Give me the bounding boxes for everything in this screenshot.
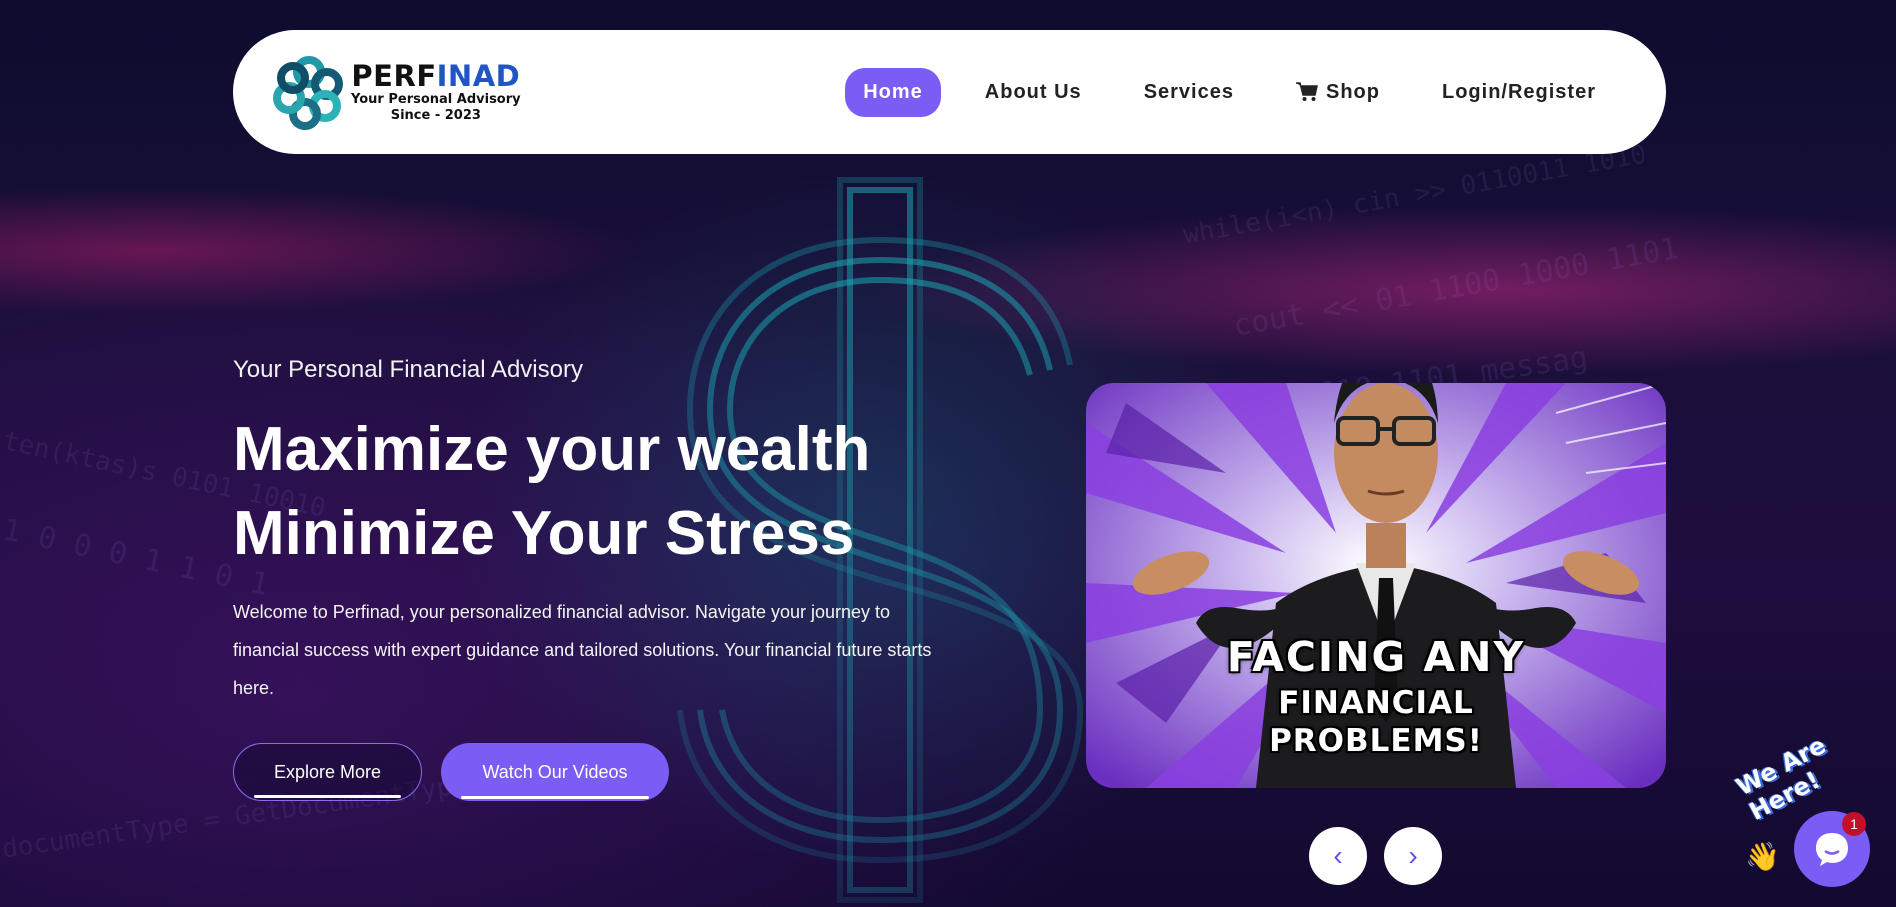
chevron-left-icon: ‹ bbox=[1333, 840, 1343, 871]
nav-item-login-register[interactable]: Login/Register bbox=[1424, 68, 1614, 117]
nav-item-label: Services bbox=[1143, 80, 1234, 103]
hero-headline: Maximize your wealth Minimize Your Stres… bbox=[233, 408, 870, 576]
brand-name: PERFINAD bbox=[351, 62, 520, 91]
watch-videos-button[interactable]: Watch Our Videos bbox=[441, 743, 669, 801]
nav-item-label: About Us bbox=[984, 80, 1082, 103]
background-code-decor: cout << 01 1100 1000 1101 bbox=[1230, 231, 1682, 344]
slider-next-button[interactable]: › bbox=[1384, 827, 1442, 885]
chat-icon bbox=[1816, 833, 1848, 866]
logo-knot-icon bbox=[273, 56, 343, 130]
brand-tagline: Your Personal Advisory bbox=[351, 92, 521, 107]
chevron-right-icon: › bbox=[1408, 840, 1418, 871]
hero-headline-line1: Maximize your wealth bbox=[233, 415, 871, 484]
nav-item-label: Shop bbox=[1325, 80, 1380, 103]
waving-hand-icon: 👋 bbox=[1745, 841, 1780, 872]
main-nav: Home About Us Services Shop Login/Regist… bbox=[845, 67, 1614, 117]
nav-item-services[interactable]: Services bbox=[1126, 68, 1252, 117]
explore-more-label: Explore More bbox=[273, 761, 382, 782]
nav-item-shop[interactable]: Shop bbox=[1278, 68, 1398, 117]
watch-videos-label: Watch Our Videos bbox=[482, 761, 628, 782]
hero-headline-line2: Minimize Your Stress bbox=[233, 499, 855, 568]
brand-logo[interactable]: PERFINAD Your Personal Advisory Since - … bbox=[271, 54, 521, 130]
hero-image-caption-line3: PROBLEMS! bbox=[1269, 723, 1483, 759]
brand-since: Since - 2023 bbox=[390, 108, 481, 123]
brand-name-part1: PERF bbox=[351, 59, 437, 93]
hero-description: Welcome to Perfinad, your personalized f… bbox=[233, 602, 932, 698]
cart-icon bbox=[1295, 82, 1318, 101]
nav-item-about-us[interactable]: About Us bbox=[967, 68, 1100, 117]
slider-prev-button[interactable]: ‹ bbox=[1309, 827, 1367, 885]
nav-item-label: Login/Register bbox=[1441, 80, 1596, 103]
hero-image: FACING ANY FINANCIAL PROBLEMS! bbox=[1086, 383, 1666, 788]
hero-image-caption-line2: FINANCIAL bbox=[1278, 685, 1474, 721]
chat-unread-badge: 1 bbox=[1842, 812, 1866, 836]
button-underline bbox=[254, 795, 401, 798]
explore-more-button[interactable]: Explore More bbox=[233, 743, 422, 801]
background-code-decor: while(i<n) cin >> 0110011 1010 bbox=[1180, 139, 1649, 251]
brand-name-part2: INAD bbox=[436, 59, 521, 93]
nav-item-home[interactable]: Home bbox=[845, 67, 941, 117]
hero-eyebrow: Your Personal Financial Advisory bbox=[233, 356, 583, 383]
nav-item-label: Home bbox=[863, 80, 923, 103]
hero-image-caption-line1: FACING ANY bbox=[1226, 633, 1526, 681]
button-underline bbox=[461, 796, 649, 799]
chat-tagline: We Are Here! bbox=[1731, 731, 1831, 826]
navbar: PERFINAD Your Personal Advisory Since - … bbox=[233, 30, 1666, 154]
background-code-decor: 1 0 0 0 1 1 0 1 bbox=[0, 512, 272, 603]
